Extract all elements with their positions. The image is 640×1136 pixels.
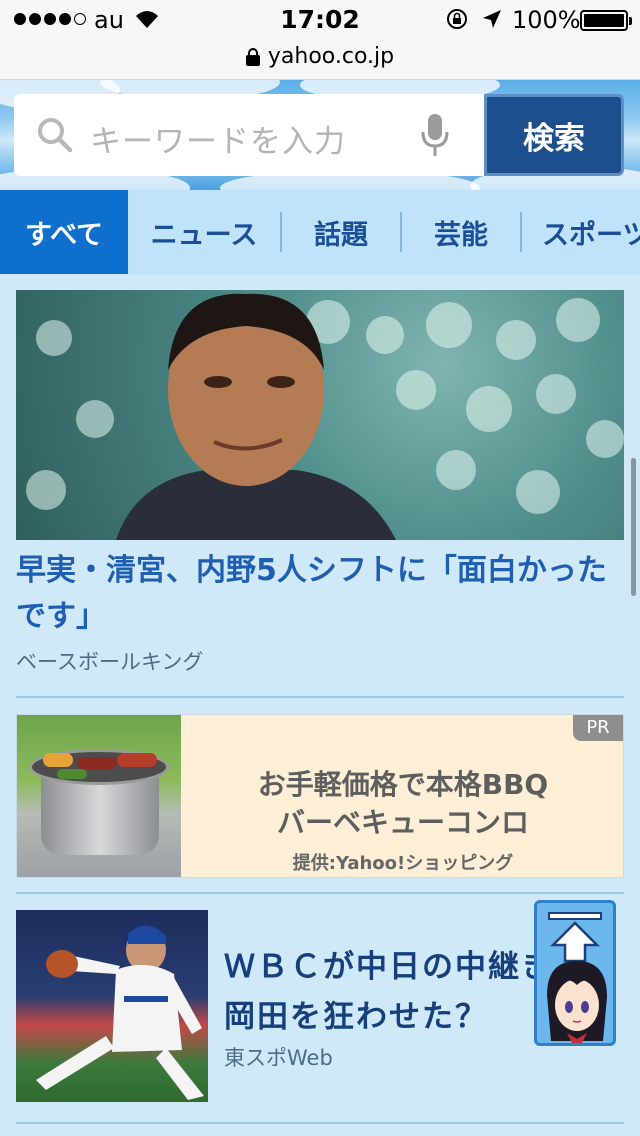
search-button[interactable]: 検索	[484, 94, 624, 176]
search-icon	[38, 118, 73, 153]
tab-all[interactable]: すべて	[0, 190, 128, 274]
news-article-featured[interactable]: 早実・清宮、内野5人シフトに「面白かったです」 ベースボールキング	[16, 290, 624, 676]
player-portrait	[116, 293, 396, 540]
divider	[16, 892, 624, 894]
url-text: yahoo.co.jp	[267, 44, 395, 69]
battery-percent: 100%	[512, 6, 581, 34]
ad-banner[interactable]: お手軽価格で本格BBQ バーベキューコンロ 提供:Yahoo!ショッピング PR	[16, 714, 624, 878]
scrollbar[interactable]	[631, 458, 636, 596]
mic-icon[interactable]	[420, 112, 450, 158]
divider	[16, 696, 624, 698]
tab-topics[interactable]: 話題	[282, 190, 400, 274]
search-header: キーワードを入力 検索	[0, 80, 640, 190]
article-source: 東スポWeb	[224, 1046, 333, 1070]
category-tabs: すべて ニュース 話題 芸能 スポーツ	[0, 190, 640, 274]
article-headline[interactable]: 早実・清宮、内野5人シフトに「面白かったです」	[16, 548, 624, 640]
search-input[interactable]: キーワードを入力	[14, 94, 486, 176]
ad-subheadline: バーベキューコンロ	[276, 806, 529, 839]
mascot-icon	[547, 961, 607, 1043]
pitcher-image	[36, 925, 204, 1100]
divider	[16, 1122, 624, 1124]
battery-icon	[580, 10, 632, 31]
back-to-top-button[interactable]	[534, 900, 616, 1046]
article-photo[interactable]	[16, 290, 624, 540]
news-article[interactable]: ＷＢＣが中日の中継きス・岡田を狂わせた？ 東スポWeb	[16, 910, 624, 1104]
location-arrow-icon	[483, 10, 501, 28]
status-bar: au 17:02 100%	[0, 0, 640, 40]
padlock-icon	[245, 47, 260, 66]
rotation-lock-icon	[447, 9, 467, 29]
article-thumbnail[interactable]	[16, 910, 208, 1102]
tab-sports[interactable]: スポーツ	[522, 190, 640, 274]
article-source: ベースボールキング	[16, 650, 204, 674]
tab-entertainment[interactable]: 芸能	[402, 190, 520, 274]
pr-badge: PR	[573, 715, 623, 741]
ad-headline: お手軽価格で本格BBQ	[257, 768, 549, 801]
ad-image	[17, 715, 181, 877]
search-placeholder: キーワードを入力	[90, 124, 346, 160]
ad-provider: 提供:Yahoo!ショッピング	[292, 853, 514, 874]
url-bar[interactable]: yahoo.co.jp	[0, 40, 640, 80]
tab-news[interactable]: ニュース	[128, 190, 280, 274]
